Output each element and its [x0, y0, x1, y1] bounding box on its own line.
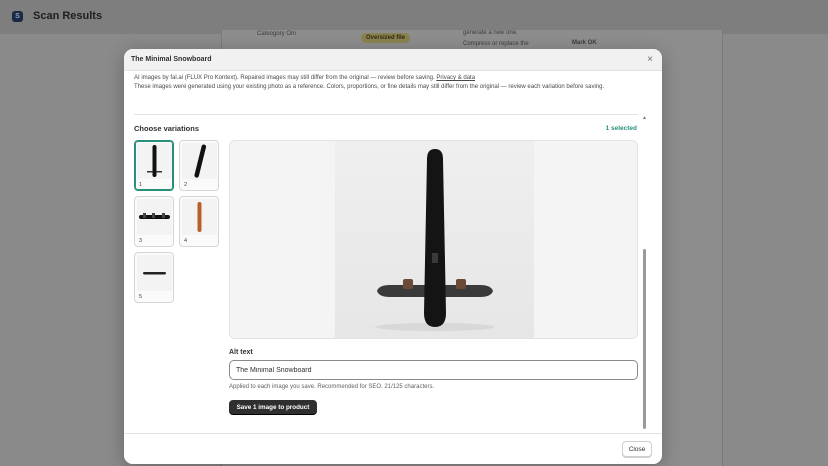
variation-preview: [229, 140, 638, 339]
notice-text: AI images by fal.ai (FLUX Pro Kontext). …: [134, 75, 435, 81]
snowboard-image: [137, 255, 172, 291]
notice-text-2: These images were generated using your e…: [134, 84, 605, 90]
variation-thumb-1[interactable]: 1: [134, 140, 174, 191]
alt-text-help: Applied to each image you save. Recommen…: [229, 384, 435, 390]
background-row-text: Compress or replace the: [463, 41, 529, 47]
variation-thumb-2[interactable]: 2: [179, 140, 219, 191]
ai-notice: AI images by fal.ai (FLUX Pro Kontext). …: [134, 74, 634, 92]
background-status-badge: Oversized file: [361, 33, 411, 43]
variation-thumb-3[interactable]: 3: [134, 196, 174, 247]
save-to-product-button[interactable]: Save 1 image to product: [229, 400, 317, 414]
page-title: Scan Results: [33, 10, 103, 22]
alt-text-label: Alt text: [229, 349, 253, 356]
variation-number: 2: [184, 182, 188, 188]
app-logo-icon: S: [12, 11, 23, 22]
choose-variations-heading: Choose variations: [134, 124, 200, 133]
snowboard-image: [137, 143, 172, 179]
modal-footer: Close: [124, 433, 662, 464]
privacy-link[interactable]: Privacy & data: [436, 75, 475, 81]
selected-count: 1 selected: [605, 125, 637, 132]
modal-body: AI images by fal.ai (FLUX Pro Kontext). …: [124, 71, 662, 433]
modal-scrollbar[interactable]: ▲ ▼: [642, 116, 647, 433]
modal-title: The Minimal Snowboard: [131, 56, 212, 63]
variations-modal: The Minimal Snowboard × AI images by fal…: [124, 49, 662, 464]
variation-number: 1: [139, 182, 143, 188]
background-row-text: Cateogory Om: [257, 31, 297, 37]
scrollbar-thumb[interactable]: [643, 249, 646, 429]
scroll-up-icon[interactable]: ▲: [642, 116, 647, 121]
background-row-text: generate a new one.: [463, 30, 518, 36]
snowboard-image: [182, 143, 217, 179]
app-header: S Scan Results: [0, 0, 828, 34]
variation-number: 5: [139, 294, 143, 300]
divider: [134, 114, 638, 115]
variation-thumb-5[interactable]: 5: [134, 252, 174, 303]
snowboard-preview-image: [335, 141, 534, 338]
close-icon[interactable]: ×: [644, 54, 656, 66]
background-mark-ok-button: Mark OK: [572, 40, 597, 46]
close-button[interactable]: Close: [622, 441, 652, 457]
snowboard-image: [182, 199, 217, 235]
variation-number: 4: [184, 238, 188, 244]
variation-number: 3: [139, 238, 143, 244]
snowboard-image: [137, 199, 172, 235]
modal-header: The Minimal Snowboard ×: [124, 49, 662, 71]
alt-text-input[interactable]: [229, 360, 638, 380]
variation-thumb-4[interactable]: 4: [179, 196, 219, 247]
